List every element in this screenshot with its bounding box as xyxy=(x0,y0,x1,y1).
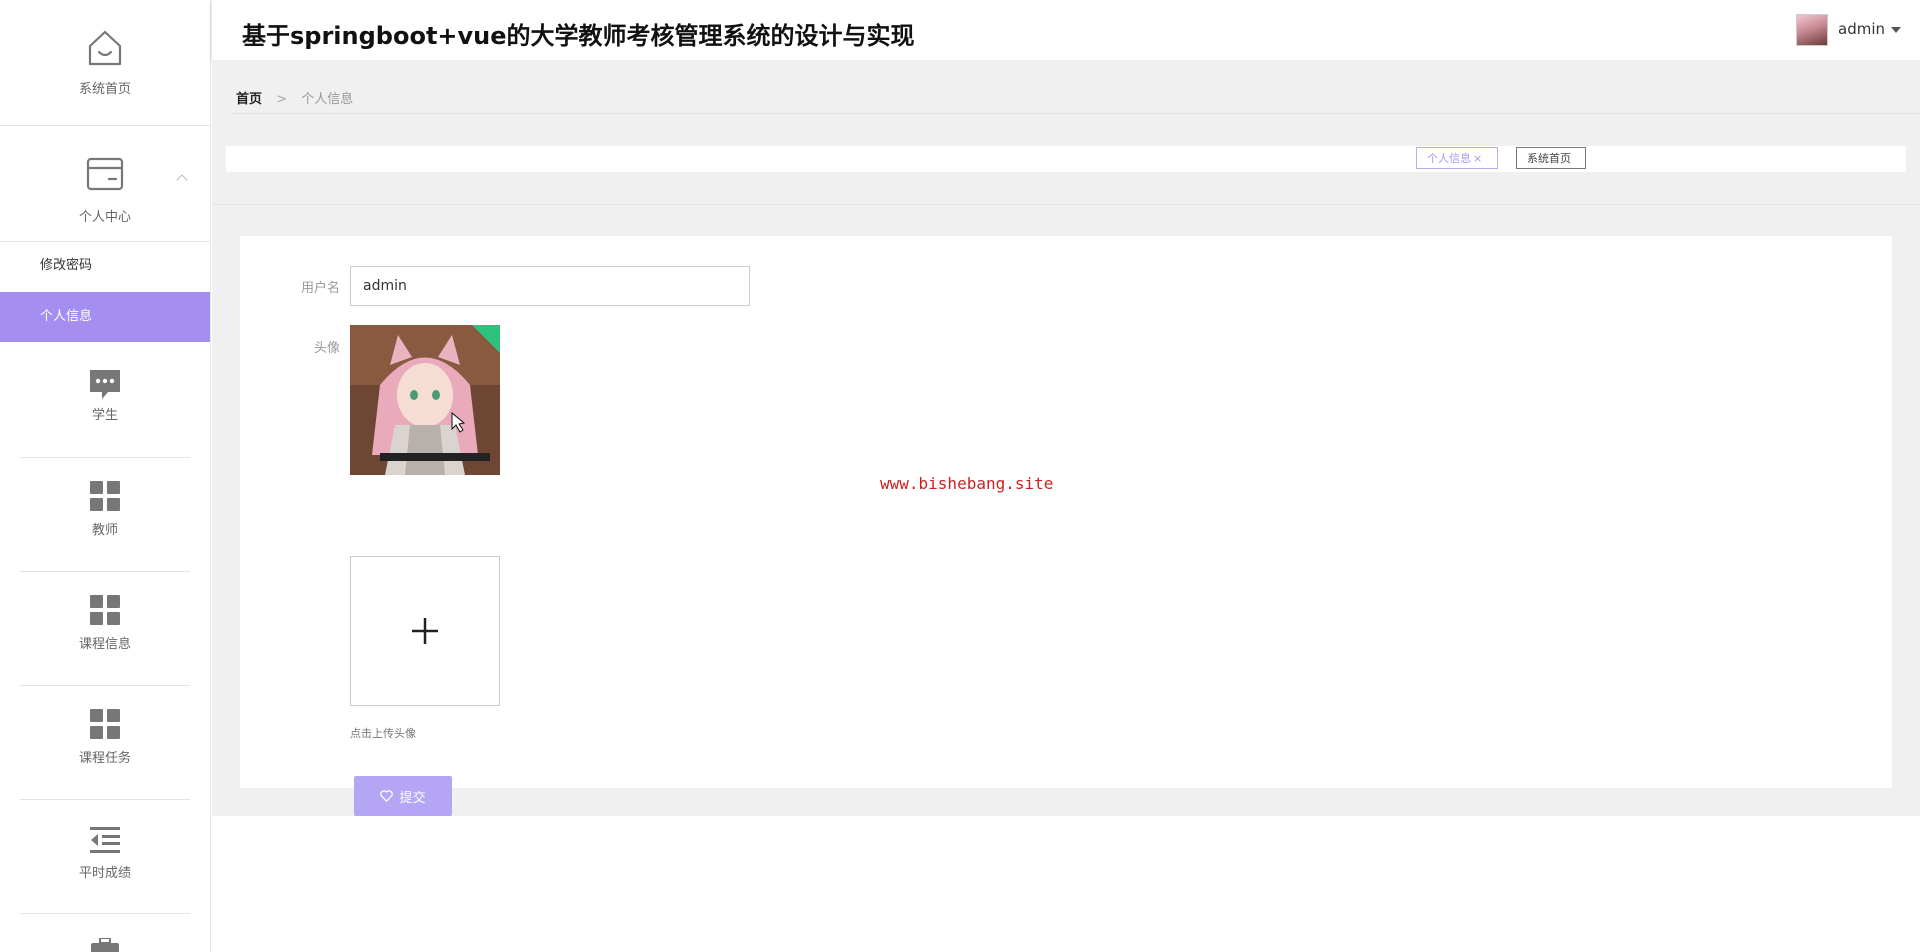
sidebar-item-regular-grades[interactable]: 平时成绩 xyxy=(0,800,210,912)
close-icon[interactable]: × xyxy=(1473,152,1482,165)
submit-label: 提交 xyxy=(399,790,426,806)
avatar-label: 头像 xyxy=(313,341,340,356)
breadcrumb-current: 个人信息 xyxy=(301,92,354,107)
tag-home[interactable]: 系统首页 xyxy=(1516,147,1586,169)
sidebar-item-course-tasks[interactable]: 课程任务 xyxy=(0,686,210,798)
divider xyxy=(232,113,1920,114)
sidebar-subitem-change-password[interactable]: 修改密码 xyxy=(0,241,210,291)
grid-icon xyxy=(90,481,120,511)
username-input[interactable] xyxy=(350,266,750,306)
sidebar-item-personal-center[interactable]: 个人中心 xyxy=(0,126,210,241)
tags-bar: 个人信息 × 系统首页 xyxy=(226,146,1906,172)
sidebar: 系统首页 个人中心 修改密码 个人信息 学生 教师 课程信息 课程任务 平时成绩 xyxy=(0,0,211,952)
sidebar-label-students: 学生 xyxy=(91,408,118,423)
sidebar-label-teachers: 教师 xyxy=(91,523,118,538)
grid-icon xyxy=(90,595,120,625)
sidebar-item-home[interactable]: 系统首页 xyxy=(0,0,210,125)
sidebar-label-personal-center: 个人中心 xyxy=(78,210,131,225)
upload-hint: 点击上传头像 xyxy=(350,727,416,740)
divider xyxy=(212,204,1920,205)
sidebar-label-regular-grades: 平时成绩 xyxy=(78,866,131,881)
wallet-icon xyxy=(86,157,124,191)
main-area: 首页 > 个人信息 个人信息× 系统首页 用户名 头像 xyxy=(212,60,1920,816)
tag-label: 系统首页 xyxy=(1527,152,1571,165)
user-avatar[interactable] xyxy=(1796,14,1828,46)
sidebar-item-students[interactable]: 学生 xyxy=(0,356,210,456)
heart-icon xyxy=(380,790,394,802)
sidebar-subitem-personal-info[interactable]: 个人信息 xyxy=(0,292,210,342)
breadcrumb-home[interactable]: 首页 xyxy=(236,92,262,107)
chat-icon xyxy=(90,370,120,399)
indent-list-icon xyxy=(90,827,120,853)
avatar-upload-box[interactable] xyxy=(350,556,500,706)
sidebar-label-course-info: 课程信息 xyxy=(78,637,131,652)
profile-form-card: 用户名 头像 xyxy=(240,236,1892,816)
sidebar-item-teachers[interactable]: 教师 xyxy=(0,458,210,570)
submit-button[interactable]: 提交 xyxy=(354,776,452,816)
status-corner xyxy=(472,325,500,353)
tag-label: 个人信息 xyxy=(1427,152,1471,165)
username-label: 用户名 xyxy=(300,281,340,296)
breadcrumb: 首页 > 个人信息 xyxy=(236,88,353,107)
top-header: 基于springboot+vue的大学教师考核管理系统的设计与实现 admin xyxy=(212,0,1920,60)
watermark: www.bishebang.site xyxy=(880,474,1054,493)
plus-icon xyxy=(412,618,438,644)
caret-down-icon[interactable] xyxy=(1891,27,1901,33)
sidebar-item-more[interactable] xyxy=(0,914,210,952)
home-icon xyxy=(88,30,122,66)
user-name[interactable]: admin xyxy=(1838,20,1885,38)
sidebar-item-course-info[interactable]: 课程信息 xyxy=(0,572,210,684)
grid-icon xyxy=(90,709,120,739)
app-title: 基于springboot+vue的大学教师考核管理系统的设计与实现 xyxy=(242,22,915,50)
sidebar-label-home: 系统首页 xyxy=(78,82,131,97)
avatar-image[interactable] xyxy=(350,325,500,475)
sidebar-label-course-tasks: 课程任务 xyxy=(78,751,131,766)
breadcrumb-separator: > xyxy=(276,92,288,107)
briefcase-icon xyxy=(91,938,119,952)
tag-personal-info[interactable]: 个人信息 × xyxy=(1416,147,1498,169)
